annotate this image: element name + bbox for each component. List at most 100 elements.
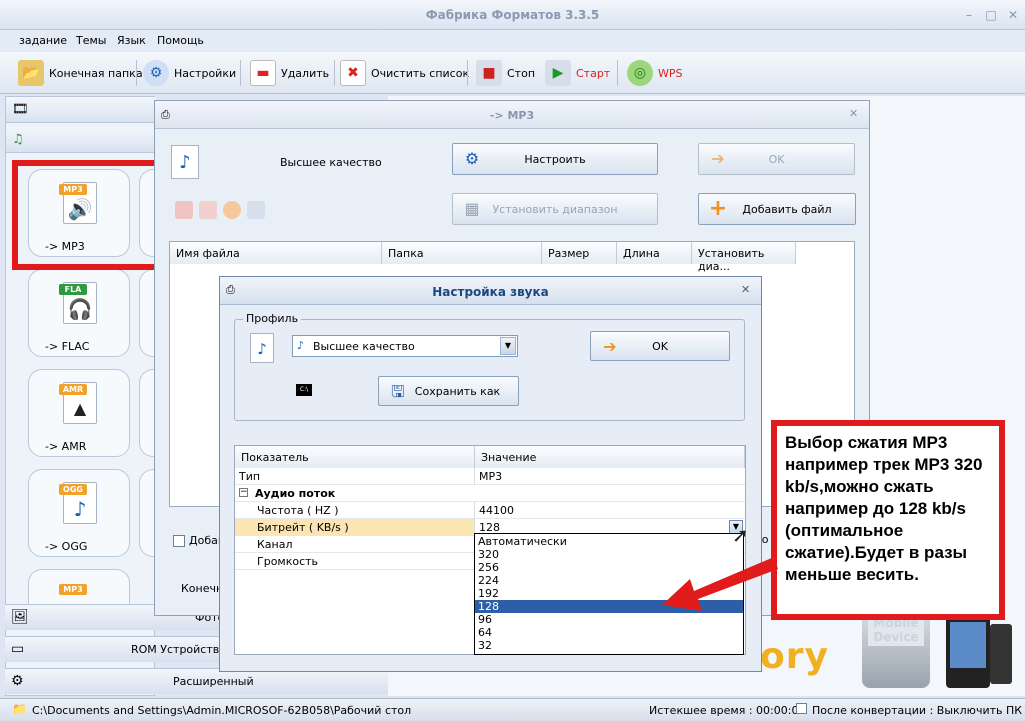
minimize-icon[interactable]: – — [962, 8, 976, 22]
stop-icon: ■ — [476, 60, 502, 86]
title-bar: Фабрика Форматов 3.3.5 – □ ✕ — [0, 0, 1025, 30]
format-flac[interactable]: FLA 🎧 -> FLAC — [28, 269, 130, 357]
format-badge: MP3 — [59, 584, 87, 595]
save-icon: 🖫 — [391, 382, 405, 401]
profile-group-label: Профиль — [243, 312, 302, 325]
row-key: Битрейт ( KB/s ) — [257, 521, 349, 534]
clear-list-button[interactable]: ✖ Очистить список — [340, 58, 469, 88]
set-range-button[interactable]: ▦ Установить диапазон — [452, 193, 658, 225]
ok-button[interactable]: ➔ OK — [698, 143, 855, 175]
start-icon: ▶ — [545, 60, 571, 86]
highlight-box — [12, 160, 167, 270]
film-icon: 🎞 — [12, 102, 29, 117]
bitrate-option[interactable]: 32 — [475, 639, 743, 652]
start-button[interactable]: ▶ Старт — [545, 58, 610, 88]
arrow-right-icon: ➔ — [711, 149, 725, 168]
remove-icon[interactable] — [175, 201, 193, 219]
toolbar-divider — [240, 60, 241, 86]
col-folder[interactable]: Папка — [382, 242, 542, 264]
toolbar-divider — [467, 60, 468, 86]
row-value: MP3 — [479, 470, 503, 483]
table-row-group[interactable]: − Аудио поток — [235, 485, 745, 502]
drive-icon: ▭ — [11, 641, 25, 657]
row-value: 44100 — [479, 504, 514, 517]
annotation-callout: Выбор сжатия MP3 например трек MP3 320 k… — [771, 420, 1005, 620]
col-length[interactable]: Длина — [617, 242, 692, 264]
bitrate-option[interactable]: Автоматически — [475, 535, 743, 548]
format-badge: AMR — [59, 384, 87, 395]
col-filename[interactable]: Имя файла — [170, 242, 382, 264]
menu-task[interactable]: задание — [19, 34, 67, 47]
wps-label: WPS — [658, 66, 683, 80]
format-mp3-more[interactable]: MP3 — [28, 569, 130, 605]
folder-icon: 📂 — [18, 60, 44, 86]
music-note-icon: ♪ — [73, 497, 87, 521]
sound-dialog-titlebar: ⎙ Настройка звука ✕ — [220, 277, 761, 305]
stop-label: Стоп — [507, 66, 536, 80]
menu-themes[interactable]: Темы — [76, 34, 106, 47]
row-key: Тип — [239, 470, 261, 483]
settings-button[interactable]: ⚙ Настройки — [143, 58, 236, 88]
sound-ok-button[interactable]: ➔ OK — [590, 331, 730, 361]
delete-button[interactable]: ▬ Удалить — [250, 58, 329, 88]
configure-button[interactable]: ⚙ Настроить — [452, 143, 658, 175]
mp3-file-icon: ♪ — [250, 333, 274, 363]
row-key: Канал — [257, 538, 293, 551]
format-ogg[interactable]: OGG ♪ -> OGG — [28, 469, 130, 557]
add-file-button[interactable]: + Добавить файл — [698, 193, 856, 225]
format-badge: OGG — [59, 484, 87, 495]
status-after-convert: После конвертации : Выключить ПК — [812, 704, 1023, 717]
col-property[interactable]: Показатель — [235, 446, 475, 468]
toolbar-divider — [136, 60, 137, 86]
menu-bar: задание Темы Язык Помощь — [0, 30, 1025, 52]
mouse-cursor-icon: ➚ — [732, 523, 749, 547]
col-set-range[interactable]: Установить диа... — [692, 242, 796, 273]
add-checkbox[interactable] — [173, 535, 185, 547]
music-note-icon: ♪ — [297, 339, 305, 352]
plus-icon: + — [708, 196, 728, 221]
settings-label: Настройки — [174, 66, 237, 80]
close-icon[interactable]: ✕ — [1006, 8, 1020, 22]
category-video[interactable]: 🎞 — [6, 97, 156, 123]
save-as-button[interactable]: 🖫 Сохранить как — [378, 376, 519, 406]
col-value[interactable]: Значение — [475, 446, 745, 468]
format-label: -> OGG — [45, 540, 88, 553]
maximize-icon[interactable]: □ — [984, 8, 998, 22]
table-row[interactable]: Частота ( HZ ) 44100 — [235, 502, 745, 519]
picture-icon: 🖼 — [11, 609, 29, 625]
headphones-icon: 🎧 — [67, 297, 93, 321]
chevron-down-icon[interactable]: ▼ — [500, 337, 516, 355]
play-icon[interactable] — [223, 201, 241, 219]
dest-folder-button[interactable]: 📂 Конечная папка — [18, 58, 143, 88]
info-icon[interactable] — [247, 201, 265, 219]
phone-image — [990, 624, 1012, 684]
close-icon[interactable]: ✕ — [741, 283, 750, 296]
wps-icon: ◎ — [627, 60, 653, 86]
stop-button[interactable]: ■ Стоп — [476, 58, 535, 88]
console-icon: C:\ — [296, 384, 312, 396]
format-label: -> FLAC — [45, 340, 90, 353]
delete-icon: ▬ — [250, 60, 276, 86]
profile-select-value: Высшее качество — [313, 340, 415, 353]
clear-icon[interactable] — [199, 201, 217, 219]
menu-language[interactable]: Язык — [117, 34, 146, 47]
close-icon[interactable]: ✕ — [849, 107, 858, 120]
arrow-right-icon: ➔ — [603, 337, 617, 356]
table-row[interactable]: Тип MP3 — [235, 468, 745, 485]
wps-button[interactable]: ◎ WPS — [627, 58, 683, 88]
shutdown-checkbox[interactable] — [796, 703, 807, 714]
collapse-icon[interactable]: − — [239, 488, 248, 497]
app-logo-text: ory — [760, 636, 829, 677]
sound-ok-label: OK — [652, 339, 668, 353]
bitrate-option[interactable]: 64 — [475, 626, 743, 639]
menu-help[interactable]: Помощь — [157, 34, 204, 47]
clear-list-label: Очистить список — [371, 66, 470, 80]
category-audio[interactable]: ♫ — [6, 127, 156, 153]
format-label: -> AMR — [45, 440, 87, 453]
profile-select[interactable]: ♪ Высшее качество ▼ — [292, 335, 518, 357]
toolbar-divider — [617, 60, 618, 86]
format-amr[interactable]: AMR ▲ -> AMR — [28, 369, 130, 457]
configure-label: Настроить — [524, 152, 586, 166]
category-advanced-label: Расширенный — [173, 675, 254, 688]
col-size[interactable]: Размер — [542, 242, 617, 264]
